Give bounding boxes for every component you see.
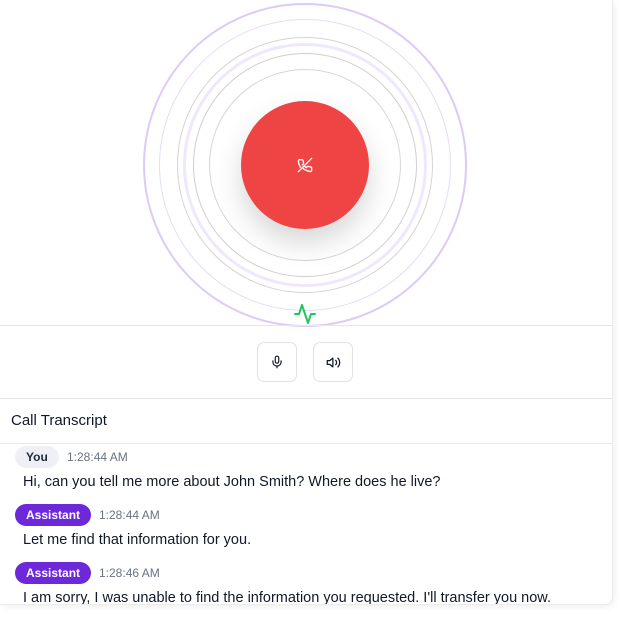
transcript-list[interactable]: You 1:28:44 AM Hi, can you tell me more … <box>0 444 612 604</box>
mic-icon <box>270 355 284 369</box>
message-text: Let me find that information for you. <box>23 532 252 548</box>
microphone-button[interactable] <box>257 342 297 382</box>
volume-icon <box>326 355 341 370</box>
phone-off-icon <box>297 157 313 173</box>
speaker-badge: Assistant <box>15 504 92 526</box>
message-time: 1:28:44 AM <box>67 450 128 464</box>
speaker-button[interactable] <box>313 342 353 382</box>
divider <box>0 398 612 399</box>
activity-icon <box>293 302 317 326</box>
speaker-badge: Assistant <box>15 562 92 584</box>
call-visualizer <box>0 0 612 327</box>
message-time: 1:28:46 AM <box>99 566 160 580</box>
message-text: I am sorry, I was unable to find the inf… <box>23 590 551 604</box>
transcript-title: Call Transcript <box>11 412 107 429</box>
end-call-button[interactable] <box>241 101 369 229</box>
divider <box>0 325 612 326</box>
message-time: 1:28:44 AM <box>99 508 160 522</box>
speaker-badge: You <box>15 446 59 468</box>
voice-call-panel: Call Transcript You 1:28:44 AM Hi, can y… <box>0 0 613 605</box>
message-text: Hi, can you tell me more about John Smit… <box>23 474 441 490</box>
